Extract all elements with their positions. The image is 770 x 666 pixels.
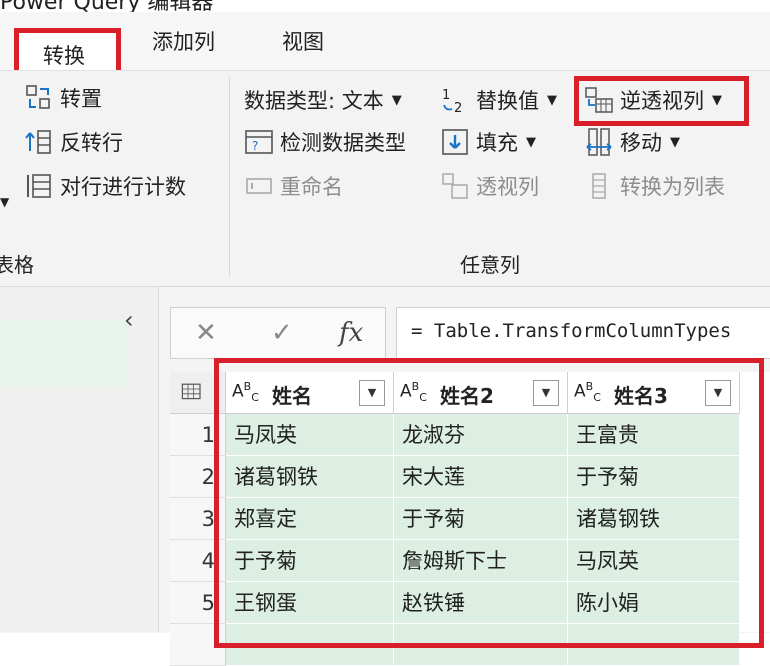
reverse-rows-icon	[24, 127, 54, 157]
data-type-dropdown[interactable]: 数据类型: 文本 ▼	[244, 85, 402, 115]
ribbon-tabs: 转换 添加列 视图	[0, 12, 770, 80]
chevron-down-icon: ▼	[670, 134, 680, 150]
tab-transform-label: 转换	[43, 44, 85, 68]
count-rows-icon	[24, 171, 54, 201]
pivot-icon	[440, 171, 470, 201]
replace-values-icon: 12	[440, 85, 470, 115]
unpivot-highlight-box	[574, 76, 749, 126]
rename-icon	[244, 171, 274, 201]
collapse-pane-icon[interactable]: ‹	[124, 306, 134, 334]
cancel-icon[interactable]: ✕	[195, 318, 217, 348]
chevron-down-icon: ▼	[547, 92, 557, 108]
grid-highlight-box	[214, 358, 764, 648]
replace-values-button[interactable]: 12 替换值 ▼	[440, 85, 557, 115]
formula-controls: ✕ ✓ fx	[170, 307, 386, 359]
convert-to-list-button[interactable]: 转换为列表	[584, 171, 725, 201]
fill-button[interactable]: 填充 ▼	[440, 127, 536, 157]
more-dropdown[interactable]: ▼	[0, 195, 9, 209]
reverse-rows-label: 反转行	[60, 131, 123, 155]
move-icon	[584, 127, 614, 157]
table-group-label: 表格	[0, 253, 34, 277]
chevron-down-icon: ▼	[526, 134, 536, 150]
pivot-column-button[interactable]: 透视列	[440, 171, 539, 201]
replace-values-label: 替换值	[476, 89, 539, 113]
fx-icon[interactable]: fx	[339, 318, 363, 348]
tab-view[interactable]: 视图	[282, 26, 324, 56]
detect-data-type-button[interactable]: ? 检测数据类型	[244, 127, 406, 157]
transpose-icon	[24, 83, 54, 113]
chevron-down-icon: ▼	[391, 92, 402, 108]
window-title: Power Query 编辑器	[0, 0, 213, 12]
rename-button[interactable]: 重命名	[244, 171, 343, 201]
tab-add-column[interactable]: 添加列	[152, 26, 215, 56]
move-label: 移动	[620, 131, 662, 155]
convert-to-list-label: 转换为列表	[620, 175, 725, 199]
svg-text:1: 1	[442, 88, 450, 103]
rename-label: 重命名	[280, 175, 343, 199]
fill-label: 填充	[476, 131, 518, 155]
table-icon	[181, 383, 201, 400]
move-button[interactable]: 移动 ▼	[584, 127, 680, 157]
count-rows-label: 对行进行计数	[60, 175, 186, 199]
selected-query-row[interactable]	[0, 320, 130, 388]
detect-type-icon: ?	[244, 127, 274, 157]
any-column-group-label: 任意列	[460, 253, 520, 277]
detect-data-type-label: 检测数据类型	[280, 131, 406, 155]
group-separator	[229, 77, 230, 277]
pivot-column-label: 透视列	[476, 175, 539, 199]
count-rows-button[interactable]: 对行进行计数	[24, 171, 186, 201]
formula-text: = Table.TransformColumnTypes	[411, 320, 732, 342]
list-icon	[584, 171, 614, 201]
fill-down-icon	[440, 127, 470, 157]
window-title-bar: Power Query 编辑器	[0, 0, 770, 12]
svg-text:2: 2	[454, 101, 462, 115]
formula-input[interactable]: = Table.TransformColumnTypes	[396, 307, 770, 359]
reverse-rows-button[interactable]: 反转行	[24, 127, 123, 157]
transpose-button[interactable]: 转置	[24, 83, 102, 113]
transpose-label: 转置	[60, 87, 102, 111]
data-type-label: 数据类型: 文本	[244, 89, 384, 113]
commit-icon[interactable]: ✓	[271, 318, 293, 348]
svg-text:?: ?	[252, 139, 258, 153]
